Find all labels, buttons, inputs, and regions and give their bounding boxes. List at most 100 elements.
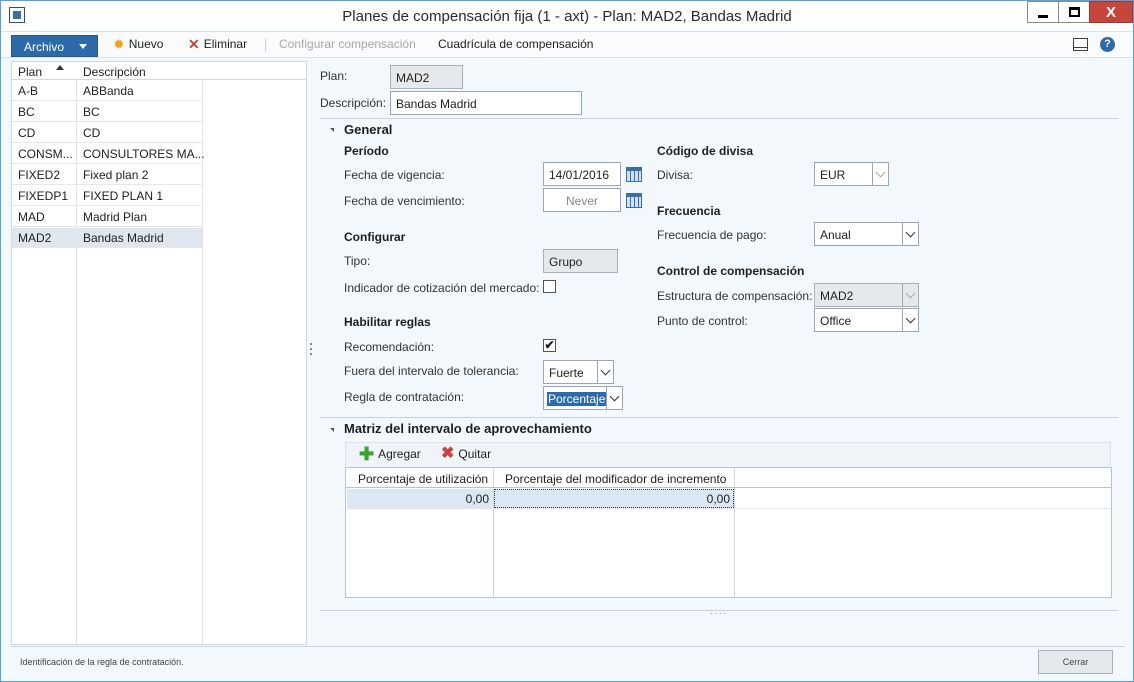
descripcion-field[interactable]: Bandas Madrid xyxy=(390,91,582,115)
habilitar-heading: Habilitar reglas xyxy=(344,315,431,329)
punto-label: Punto de control: xyxy=(657,314,748,328)
list-row[interactable]: MAD Madrid Plan xyxy=(12,207,202,227)
plan-field[interactable]: MAD2 xyxy=(390,65,463,89)
maximize-button[interactable] xyxy=(1058,1,1090,23)
section-divider xyxy=(320,417,1118,418)
quitar-label: Quitar xyxy=(458,447,492,461)
collapse-icon[interactable] xyxy=(330,128,334,132)
row-descripcion: BC xyxy=(83,105,100,119)
regla-dropdown[interactable]: Porcentaje xyxy=(543,386,623,410)
app-window: Planes de compensación fija (1 - axt) - … xyxy=(0,0,1134,682)
matrix-toolbar: ✚ Agregar ✖ Quitar xyxy=(345,442,1111,468)
chevron-down-icon[interactable] xyxy=(902,284,918,306)
agregar-button[interactable]: ✚ Agregar xyxy=(359,445,421,463)
punto-value: Office xyxy=(820,314,852,328)
toolbar-separator xyxy=(265,38,266,52)
title-bar: Planes de compensación fija (1 - axt) - … xyxy=(1,1,1133,32)
cuadricula-compensacion-button[interactable]: Cuadrícula de compensación xyxy=(438,37,593,51)
resize-grip-icon[interactable]: ···· xyxy=(710,608,727,619)
calendar-icon[interactable] xyxy=(626,167,642,182)
cerrar-button[interactable]: Cerrar xyxy=(1038,650,1113,674)
recomendacion-checkbox[interactable]: ✔ xyxy=(543,339,556,352)
cuadricula-label: Cuadrícula de compensación xyxy=(438,37,594,51)
regla-value: Porcentaje xyxy=(547,392,607,406)
calendar-icon[interactable] xyxy=(626,193,642,208)
frecuencia-value: Anual xyxy=(820,228,851,242)
regla-label: Regla de contratación: xyxy=(344,390,465,404)
matriz-section-title[interactable]: Matriz del intervalo de aprovechamiento xyxy=(344,421,592,436)
vigencia-label: Fecha de vigencia: xyxy=(344,168,445,182)
collapse-icon[interactable] xyxy=(330,428,334,432)
chevron-down-icon[interactable] xyxy=(902,309,918,331)
close-icon: X xyxy=(1105,3,1116,21)
row-descripcion: Fixed plan 2 xyxy=(83,168,149,182)
indicador-label: Indicador de cotización del mercado: xyxy=(344,281,540,295)
nuevo-label: Nuevo xyxy=(128,37,164,51)
general-section-title[interactable]: General xyxy=(344,122,392,137)
periodo-heading: Período xyxy=(344,144,389,158)
column-header-utilizacion[interactable]: Porcentaje de utilización xyxy=(358,472,488,486)
sort-ascending-icon xyxy=(56,65,64,70)
fuera-dropdown[interactable]: Fuerte xyxy=(543,360,614,384)
tipo-field[interactable]: Grupo xyxy=(543,249,618,273)
grid-header: Plan Descripción xyxy=(12,62,306,80)
list-row-selected[interactable]: MAD2 Bandas Madrid xyxy=(12,228,202,248)
chevron-down-icon[interactable] xyxy=(597,361,613,383)
configurar-compensacion-button[interactable]: Configurar compensación xyxy=(279,37,416,51)
frecuencia-dropdown[interactable]: Anual xyxy=(814,222,919,246)
fuera-label: Fuera del intervalo de tolerancia: xyxy=(344,364,519,378)
new-star-icon: ✹ xyxy=(113,36,125,52)
row-plan: BC xyxy=(18,105,35,119)
divisa-dropdown[interactable]: EUR xyxy=(814,162,889,186)
window-title: Planes de compensación fija (1 - axt) - … xyxy=(342,8,792,25)
indicador-checkbox[interactable] xyxy=(543,280,556,293)
chevron-down-icon xyxy=(79,44,87,49)
divisa-value: EUR xyxy=(820,168,846,182)
row-descripcion: ABBanda xyxy=(83,84,134,98)
minimize-icon xyxy=(1038,14,1048,18)
frecuencia-label: Frecuencia de pago: xyxy=(657,228,767,242)
delete-x-icon: ✕ xyxy=(188,36,200,52)
vencimiento-date-field[interactable]: Never xyxy=(543,188,621,212)
vencimiento-label: Fecha de vencimiento: xyxy=(344,194,465,208)
configurar-label: Configurar compensación xyxy=(279,37,416,51)
tipo-label: Tipo: xyxy=(344,254,371,268)
chevron-down-icon[interactable] xyxy=(872,163,888,185)
utilizacion-cell[interactable]: 0,00 xyxy=(347,489,493,508)
status-bar: Identificación de la regla de contrataci… xyxy=(11,646,1125,676)
chevron-down-icon[interactable] xyxy=(902,223,918,245)
row-plan: FIXEDP1 xyxy=(18,189,69,203)
modificador-cell[interactable]: 0,00 xyxy=(494,489,734,508)
eliminar-label: Eliminar xyxy=(203,37,248,51)
archivo-menu-button[interactable]: Archivo xyxy=(11,35,98,57)
list-row[interactable]: FIXED2 Fixed plan 2 xyxy=(12,165,202,185)
column-header-plan[interactable]: Plan xyxy=(18,65,42,79)
minimize-button[interactable] xyxy=(1027,1,1059,23)
estructura-dropdown[interactable]: MAD2 xyxy=(814,283,919,307)
close-window-button[interactable]: X xyxy=(1089,1,1133,23)
list-row[interactable]: FIXEDP1 FIXED PLAN 1 xyxy=(12,186,202,206)
column-header-modificador[interactable]: Porcentaje del modificador de incremento xyxy=(505,472,726,486)
row-plan: A-B xyxy=(18,84,39,98)
descripcion-label: Descripción: xyxy=(320,96,387,110)
column-header-descripcion[interactable]: Descripción xyxy=(83,65,146,79)
help-icon[interactable]: ? xyxy=(1100,37,1115,52)
row-plan: MAD2 xyxy=(18,231,52,245)
panel-toggle-icon[interactable] xyxy=(1073,38,1088,51)
status-text: Identificación de la regla de contrataci… xyxy=(20,657,184,667)
table-row[interactable]: 0,00 0,00 xyxy=(347,489,1111,509)
vigencia-date-field[interactable]: 14/01/2016 xyxy=(543,162,621,186)
quitar-button[interactable]: ✖ Quitar xyxy=(441,446,492,462)
eliminar-button[interactable]: ✕ Eliminar xyxy=(188,37,247,51)
list-row[interactable]: BC BC xyxy=(12,102,202,122)
row-plan: FIXED2 xyxy=(18,168,61,182)
chevron-down-icon[interactable] xyxy=(606,387,622,409)
list-row[interactable]: CONSM... CONSULTORES MA... xyxy=(12,144,205,164)
section-divider xyxy=(320,118,1118,119)
list-row[interactable]: A-B ABBanda xyxy=(12,81,202,101)
splitter-handle[interactable] xyxy=(310,343,313,361)
list-row[interactable]: CD CD xyxy=(12,123,202,143)
row-plan: MAD xyxy=(18,210,45,224)
punto-dropdown[interactable]: Office xyxy=(814,308,919,332)
nuevo-button[interactable]: ✹ Nuevo xyxy=(113,37,163,51)
